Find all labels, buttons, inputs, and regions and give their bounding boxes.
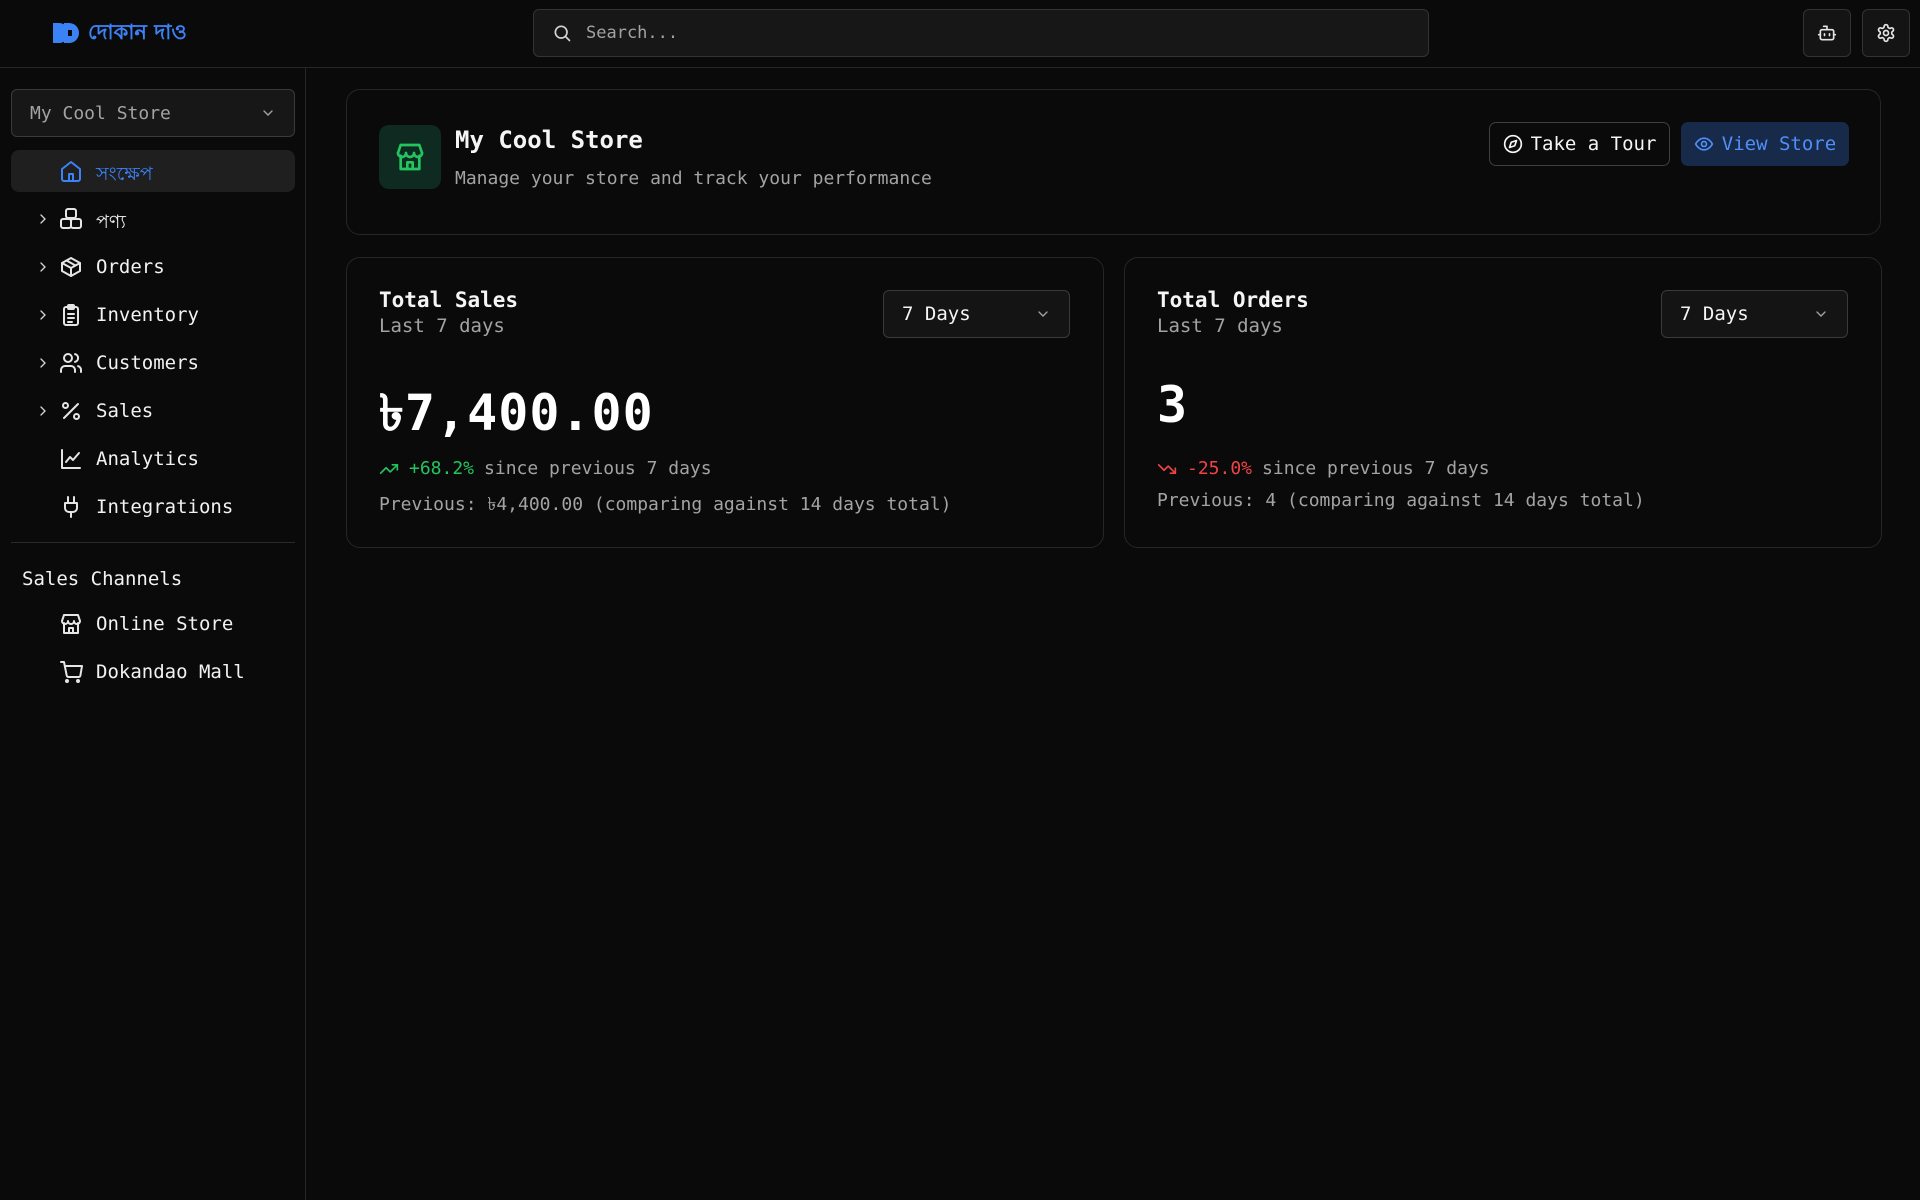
metric-title: Total Sales xyxy=(379,288,519,312)
metric-value: ৳7,400.00 xyxy=(379,384,654,442)
search-bar[interactable] xyxy=(533,9,1429,57)
sidebar-item-label: Analytics xyxy=(96,448,199,470)
metric-subtitle: Last 7 days xyxy=(379,315,505,337)
trending-down-icon xyxy=(1157,459,1177,479)
clipboard-icon xyxy=(59,303,83,327)
plug-icon xyxy=(59,495,83,519)
sidebar-item-label: Customers xyxy=(96,352,199,374)
search-icon xyxy=(552,23,572,43)
sidebar-item-label: Online Store xyxy=(96,613,234,635)
sidebar-item-customers[interactable]: Customers xyxy=(11,342,295,384)
period-select-value: 7 Days xyxy=(1680,303,1749,325)
top-header: দোকান দাও xyxy=(0,0,1920,68)
metric-change-percent: +68.2% xyxy=(409,458,475,479)
settings-button[interactable] xyxy=(1862,9,1910,57)
chevron-right-icon xyxy=(35,355,51,371)
chevron-down-icon xyxy=(1813,306,1829,322)
brand-name: দোকান দাও xyxy=(88,19,187,44)
metric-change-suffix: since previous 7 days xyxy=(484,458,712,479)
sidebar-item-analytics[interactable]: Analytics xyxy=(11,438,295,480)
sidebar-item-overview[interactable]: সংক্ষেপ xyxy=(11,150,295,192)
assistant-button[interactable] xyxy=(1803,9,1851,57)
sidebar-item-label: Sales xyxy=(96,400,154,422)
chevron-down-icon xyxy=(1035,306,1051,322)
sidebar-item-label: সংক্ষেপ xyxy=(96,163,153,185)
users-icon xyxy=(59,351,83,375)
total-orders-card: Total Orders Last 7 days 7 Days 3 -25.0%… xyxy=(1124,257,1882,548)
take-tour-label: Take a Tour xyxy=(1530,133,1657,155)
view-store-label: View Store xyxy=(1721,133,1837,155)
metric-change: -25.0% since previous 7 days xyxy=(1157,458,1490,479)
store-icon xyxy=(394,141,426,173)
chevron-down-icon xyxy=(260,105,276,121)
metric-change-percent: -25.0% xyxy=(1187,458,1253,479)
sidebar-item-label: Integrations xyxy=(96,496,234,518)
brand-logo[interactable]: দোকান দাও xyxy=(52,18,187,48)
line-chart-icon xyxy=(59,447,83,471)
logo-icon xyxy=(52,21,80,45)
search-input[interactable] xyxy=(586,23,1386,43)
sidebar-item-label: Inventory xyxy=(96,304,199,326)
store-selector[interactable]: My Cool Store xyxy=(11,89,295,137)
sidebar-item-label: Dokandao Mall xyxy=(96,661,245,683)
gear-icon xyxy=(1876,23,1896,43)
sidebar-item-label: পণ্য xyxy=(96,211,126,233)
package-icon xyxy=(59,255,83,279)
period-select[interactable]: 7 Days xyxy=(1661,290,1848,338)
store-selector-value: My Cool Store xyxy=(30,102,171,124)
sidebar-divider xyxy=(11,542,295,543)
sidebar-item-label: Orders xyxy=(96,256,165,278)
metric-previous: Previous: ৳4,400.00 (comparing against 1… xyxy=(379,494,952,515)
metric-change: +68.2% since previous 7 days xyxy=(379,458,712,479)
total-sales-card: Total Sales Last 7 days 7 Days ৳7,400.00… xyxy=(346,257,1104,548)
store-name: My Cool Store xyxy=(455,126,643,154)
sidebar-item-inventory[interactable]: Inventory xyxy=(11,294,295,336)
robot-icon xyxy=(1817,23,1837,43)
metric-subtitle: Last 7 days xyxy=(1157,315,1283,337)
store-icon xyxy=(59,612,83,636)
metric-title: Total Orders xyxy=(1157,288,1309,312)
metric-value: 3 xyxy=(1157,376,1189,434)
view-store-button[interactable]: View Store xyxy=(1681,122,1849,166)
sidebar-item-sales[interactable]: Sales xyxy=(11,390,295,432)
chevron-right-icon xyxy=(35,307,51,323)
products-icon xyxy=(59,207,83,231)
sales-channels-title: Sales Channels xyxy=(22,568,183,590)
sidebar-item-products[interactable]: পণ্য xyxy=(11,198,295,240)
eye-icon xyxy=(1694,134,1714,154)
period-select[interactable]: 7 Days xyxy=(883,290,1070,338)
chevron-right-icon xyxy=(35,259,51,275)
take-tour-button[interactable]: Take a Tour xyxy=(1489,122,1670,166)
sidebar-item-dokandao-mall[interactable]: Dokandao Mall xyxy=(11,651,295,693)
sidebar-item-online-store[interactable]: Online Store xyxy=(11,603,295,645)
period-select-value: 7 Days xyxy=(902,303,971,325)
chevron-right-icon xyxy=(35,403,51,419)
metric-change-suffix: since previous 7 days xyxy=(1262,458,1490,479)
chevron-right-icon xyxy=(35,211,51,227)
sidebar: My Cool Store সংক্ষেপ পণ্য Orders Invent… xyxy=(0,68,306,1200)
percent-icon xyxy=(59,399,83,423)
trending-up-icon xyxy=(379,459,399,479)
metric-previous: Previous: 4 (comparing against 14 days t… xyxy=(1157,490,1645,511)
store-overview-card: My Cool Store Manage your store and trac… xyxy=(346,89,1881,235)
home-icon xyxy=(59,159,83,183)
store-description: Manage your store and track your perform… xyxy=(455,168,932,189)
store-avatar xyxy=(379,125,441,189)
sidebar-item-integrations[interactable]: Integrations xyxy=(11,486,295,528)
sidebar-item-orders[interactable]: Orders xyxy=(11,246,295,288)
compass-icon xyxy=(1503,134,1523,154)
cart-icon xyxy=(59,660,83,684)
